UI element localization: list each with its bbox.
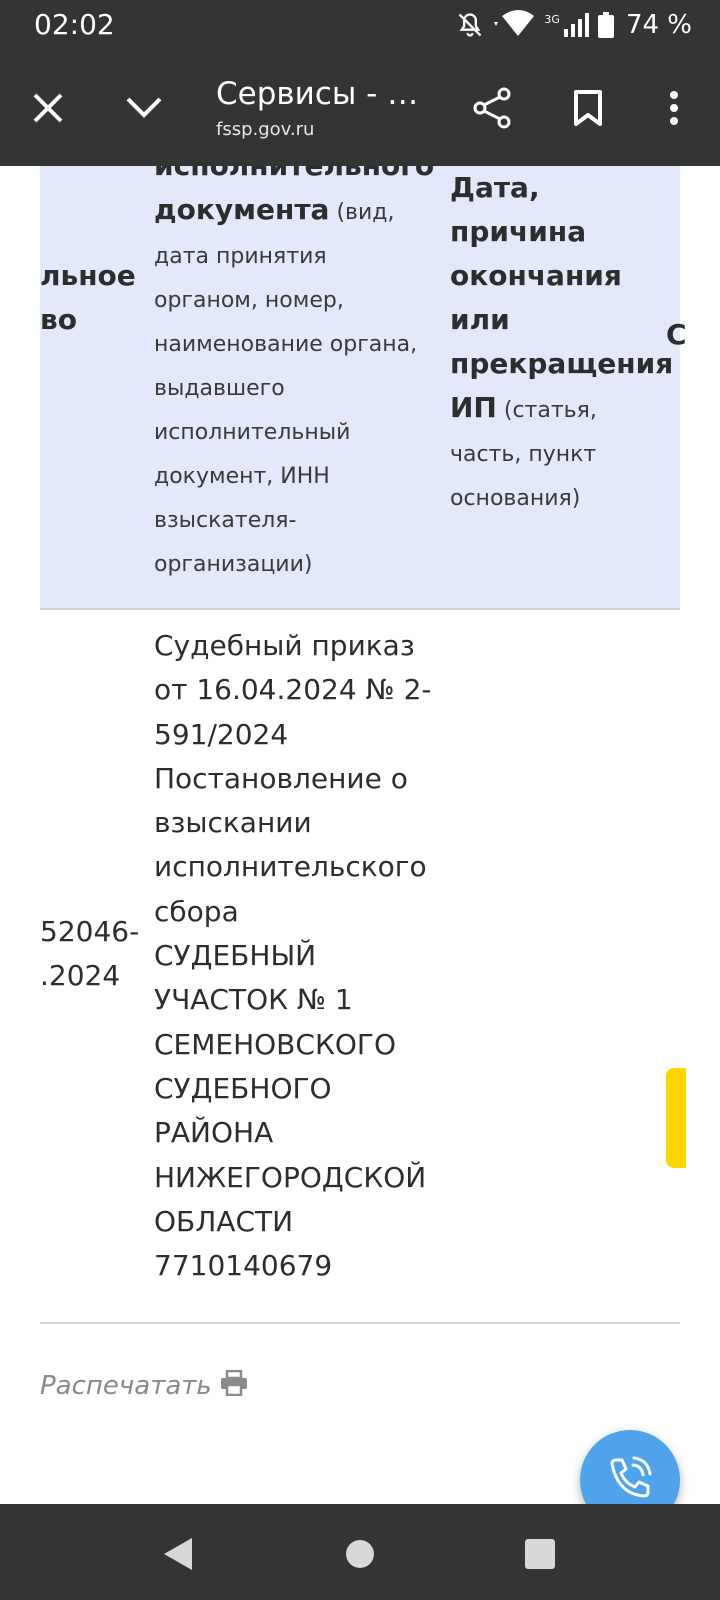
status-icons: 3G 74 % — [456, 8, 692, 42]
status-bar: 02:02 3G 74 % — [0, 0, 720, 50]
print-link[interactable]: Распечатать — [40, 1369, 248, 1401]
back-icon[interactable] — [148, 1524, 208, 1584]
row-col2: Судебный приказ от 16.04.2024 № 2- 591/2… — [154, 629, 432, 1283]
header-col4-partial: С — [666, 318, 687, 351]
more-vert-icon[interactable] — [644, 78, 704, 138]
bookmark-icon[interactable] — [558, 78, 618, 138]
page-title[interactable]: Сервисы - … — [216, 76, 418, 112]
network-type: 3G — [544, 12, 560, 26]
wifi-icon — [492, 10, 536, 40]
recents-icon[interactable] — [510, 1524, 570, 1584]
share-icon[interactable] — [462, 78, 522, 138]
battery-percent: 74 % — [625, 10, 692, 40]
home-icon[interactable] — [330, 1524, 390, 1584]
status-tag[interactable] — [666, 1068, 686, 1168]
printer-icon[interactable] — [220, 1369, 248, 1401]
signal-icon — [563, 13, 590, 37]
header-col2: исполнительного документа (вид, дата при… — [154, 166, 434, 577]
status-time: 02:02 — [34, 8, 115, 41]
close-icon[interactable] — [18, 78, 78, 138]
battery-icon — [597, 12, 614, 38]
browser-toolbar: Сервисы - … fssp.gov.ru — [0, 50, 720, 166]
phone-icon — [604, 1452, 656, 1505]
table-row: 52046- .2024 Судебный приказ от 16.04.20… — [40, 610, 686, 1324]
page-url[interactable]: fssp.gov.ru — [216, 119, 314, 140]
bell-off-icon — [456, 11, 484, 39]
call-button[interactable] — [580, 1430, 680, 1504]
system-nav-bar — [0, 1504, 720, 1600]
row-col1: 52046- .2024 — [40, 915, 140, 993]
header-col1: льное во — [40, 259, 136, 336]
page-content: льное во исполнительного документа (вид,… — [0, 166, 720, 1504]
print-link-label[interactable]: Распечатать — [40, 1371, 212, 1401]
chevron-down-icon[interactable] — [114, 78, 174, 138]
table-header: льное во исполнительного документа (вид,… — [40, 166, 687, 610]
header-col3: Дата, причина окончания или прекращения … — [450, 171, 674, 511]
